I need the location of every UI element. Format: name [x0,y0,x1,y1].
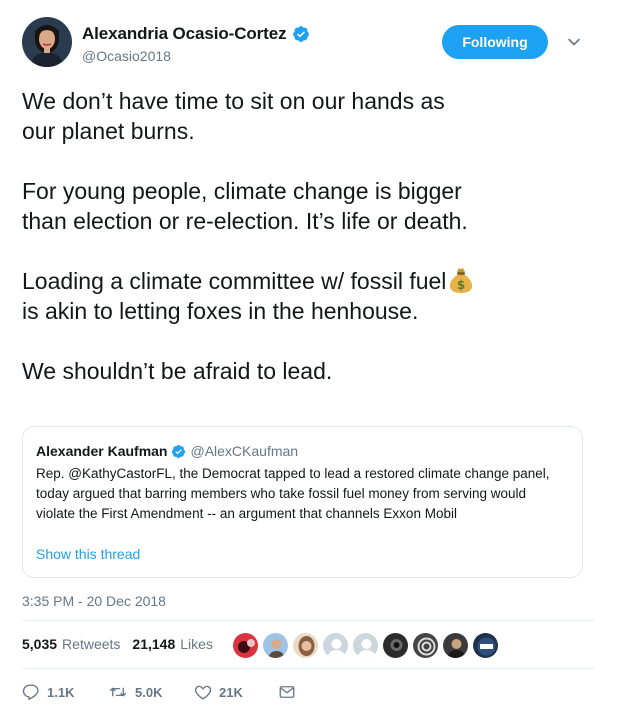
quoted-tweet[interactable]: Alexander Kaufman @AlexCKaufman Rep. @Ka… [22,426,583,578]
retweets-label: Retweets [62,636,121,652]
retweet-count: 5.0K [135,684,163,700]
author-handle[interactable]: @Ocasio2018 [82,48,310,64]
svg-text:$: $ [457,278,465,292]
tweet-paragraph: We shouldn’t be afraid to lead. [22,356,597,386]
likes-stat[interactable]: 21,148 Likes [132,636,213,652]
liker-avatar-icon[interactable] [262,632,289,659]
tweet-actions: 1.1K 5.0K 21K [22,683,296,701]
tweet-paragraph: We don’t have time to sit on our hands a… [22,86,597,146]
like-button[interactable]: 21K [194,683,274,701]
heart-icon [194,685,212,700]
like-count: 21K [219,684,243,700]
tweet-line: We shouldn’t be afraid to lead. [22,358,333,384]
retweets-count: 5,035 [22,636,58,652]
tweet-line: is akin to letting foxes in the henhouse… [22,298,419,324]
liker-avatar-icon[interactable] [352,632,379,659]
show-this-thread-link[interactable]: Show this thread [36,546,140,562]
tweet-line-with-emoji: Loading a climate committee w/ fossil fu… [22,266,597,296]
money-bag-emoji-icon: $ [450,268,473,293]
quoted-tweet-line: today argued that barring members who ta… [36,486,526,501]
liker-avatar-icon[interactable] [412,632,439,659]
reply-count: 1.1K [47,684,75,700]
retweets-stat[interactable]: 5,035 Retweets [22,636,120,652]
liker-avatar-icon[interactable] [442,632,469,659]
quoted-author-handle: @AlexCKaufman [190,443,299,459]
author-info: Alexandria Ocasio-Cortez @Ocasio2018 [82,24,310,64]
reply-button[interactable]: 1.1K [22,683,102,701]
chevron-down-icon[interactable] [567,35,581,49]
divider [22,620,595,621]
likers-avatars [232,632,502,659]
verified-badge-icon [172,444,186,458]
quoted-tweet-header: Alexander Kaufman @AlexCKaufman [36,443,298,459]
tweet-timestamp[interactable]: 3:35 PM - 20 Dec 2018 [22,593,166,609]
author-avatar[interactable] [22,17,72,67]
tweet-stats: 5,035 Retweets 21,148 Likes [22,636,225,652]
quoted-tweet-text: Rep. @KathyCastorFL, the Democrat tapped… [36,464,571,524]
direct-message-button[interactable] [278,683,296,701]
tweet-line: We don’t have time to sit on our hands a… [22,88,445,114]
tweet-paragraph: Loading a climate committee w/ fossil fu… [22,266,597,326]
tweet-line: than election or re-election. It’s life … [22,208,468,234]
liker-avatar-icon[interactable] [472,632,499,659]
tweet-line-text: Loading a climate committee w/ fossil fu… [22,268,447,294]
liker-avatar-icon[interactable] [292,632,319,659]
likes-label: Likes [180,636,213,652]
author-display-name[interactable]: Alexandria Ocasio-Cortez [82,24,287,44]
tweet-line: our planet burns. [22,118,195,144]
tweet-paragraph: For young people, climate change is bigg… [22,176,597,236]
verified-badge-icon [292,26,309,42]
following-button[interactable]: Following [442,25,548,59]
liker-avatar-icon[interactable] [382,632,409,659]
liker-avatar-icon[interactable] [322,632,349,659]
retweet-button[interactable]: 5.0K [108,683,188,701]
tweet-text: We don’t have time to sit on our hands a… [22,86,597,386]
quoted-tweet-line: Rep. @KathyCastorFL, the Democrat tapped… [36,466,550,481]
divider [22,668,595,669]
tweet-line: For young people, climate change is bigg… [22,178,462,204]
likes-count: 21,148 [132,636,176,652]
liker-avatar-icon[interactable] [232,632,259,659]
retweet-icon [109,687,127,697]
quoted-author-name: Alexander Kaufman [36,443,168,459]
tweet-header: Alexandria Ocasio-Cortez @Ocasio2018 Fol… [22,17,602,77]
reply-icon [22,684,39,700]
direct-message-icon [279,686,295,698]
quoted-tweet-line: violate the First Amendment -- an argume… [36,506,457,521]
